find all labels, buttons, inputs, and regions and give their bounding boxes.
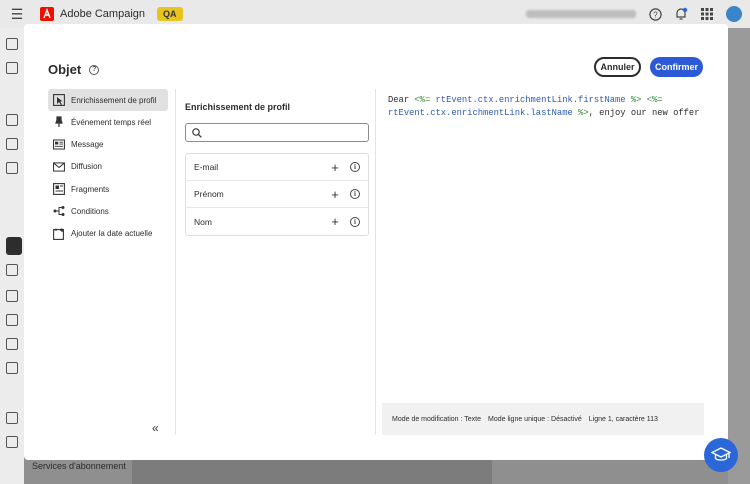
people-icon[interactable] bbox=[6, 412, 18, 424]
apps-grid-icon[interactable] bbox=[700, 7, 714, 21]
field-label: Prénom bbox=[194, 189, 224, 199]
campaign-icon[interactable] bbox=[6, 114, 18, 126]
learn-button[interactable] bbox=[704, 438, 738, 472]
info-icon[interactable]: i bbox=[350, 216, 360, 227]
expression-editor[interactable]: Dear <%= rtEvent.ctx.enrichmentLink.firs… bbox=[382, 89, 704, 435]
nav-item-label: Fragments bbox=[71, 184, 110, 194]
status-cursor-position: Ligne 1, caractère 113 bbox=[588, 415, 658, 423]
nav-item-label: Événement temps réel bbox=[71, 117, 152, 127]
org-switcher[interactable] bbox=[526, 10, 636, 18]
code-tag: <%= bbox=[641, 95, 663, 105]
nav-item-fragments[interactable]: Fragments bbox=[48, 178, 168, 200]
search-icon bbox=[192, 127, 202, 138]
nav-item-label: Enrichissement de profil bbox=[71, 95, 157, 105]
code-tag: %> bbox=[578, 108, 589, 118]
subscription-icon[interactable] bbox=[6, 436, 18, 448]
fragment-icon bbox=[53, 183, 65, 196]
env-badge: QA bbox=[157, 7, 183, 21]
dialog-title: Objet bbox=[48, 62, 82, 77]
info-icon[interactable]: i bbox=[350, 189, 360, 199]
info-icon[interactable]: i bbox=[350, 162, 360, 172]
field-list: E-mail + i Prénom + i Nom + i bbox=[185, 153, 369, 236]
avatar[interactable] bbox=[726, 6, 742, 22]
list-item[interactable]: Nom + i bbox=[186, 208, 368, 235]
code-content[interactable]: Dear <%= rtEvent.ctx.enrichmentLink.firs… bbox=[388, 94, 700, 120]
calendar-icon bbox=[53, 228, 65, 240]
code-variable: rtEvent.ctx.enrichmentLink.lastName bbox=[388, 108, 579, 118]
app-name[interactable]: Adobe Campaign bbox=[60, 8, 145, 20]
code-tag: <%= bbox=[414, 95, 431, 105]
list-item[interactable]: E-mail + i bbox=[186, 154, 368, 181]
add-icon[interactable]: + bbox=[329, 160, 341, 175]
pin-icon bbox=[53, 116, 65, 128]
field-label: Nom bbox=[194, 216, 212, 227]
panel-title: Enrichissement de profil bbox=[185, 102, 291, 112]
nav-item-label: Ajouter la date actuelle bbox=[71, 229, 153, 239]
nav-item-message[interactable]: Message bbox=[48, 134, 168, 156]
nav-item-conditions[interactable]: Conditions bbox=[48, 200, 168, 222]
templates-icon[interactable] bbox=[6, 314, 18, 326]
cancel-button[interactable]: Annuler bbox=[594, 57, 641, 77]
list-item[interactable]: Prénom + i bbox=[186, 181, 368, 208]
code-variable: rtEvent.ctx.enrichmentLink.firstName bbox=[430, 95, 631, 105]
bottom-nav-label[interactable]: Services d'abonnement bbox=[32, 461, 126, 471]
status-mode: Mode de modification : Texte bbox=[392, 415, 481, 423]
code-text: Dear bbox=[388, 95, 415, 105]
field-label: E-mail bbox=[194, 162, 219, 172]
nav-item-label: Message bbox=[71, 140, 104, 150]
branch-icon bbox=[53, 205, 65, 217]
field-panel: Enrichissement de profil E-mail + i Prén… bbox=[185, 102, 369, 236]
nav-item-profile-enrichment[interactable]: Enrichissement de profil bbox=[48, 89, 168, 111]
add-icon[interactable]: + bbox=[329, 214, 341, 229]
journey-icon[interactable] bbox=[6, 162, 18, 174]
personalization-dialog: Objet ? Annuler Confirmer Enrichissement… bbox=[24, 24, 728, 460]
nav-item-label: Diffusion bbox=[71, 162, 102, 172]
background-strip bbox=[728, 28, 750, 484]
send-icon[interactable] bbox=[6, 138, 18, 150]
reports-icon[interactable] bbox=[6, 338, 18, 350]
divider bbox=[175, 89, 176, 435]
search-field[interactable] bbox=[185, 123, 369, 142]
divider bbox=[375, 89, 376, 435]
help-icon[interactable]: ? bbox=[89, 64, 100, 75]
collapse-panel-icon[interactable]: « bbox=[152, 421, 159, 435]
graduation-cap-icon bbox=[711, 447, 731, 461]
content-icon[interactable] bbox=[6, 237, 22, 255]
status-single-line: Mode ligne unique : Désactivé bbox=[487, 415, 582, 423]
offer-icon[interactable] bbox=[6, 264, 18, 276]
home-icon[interactable] bbox=[6, 38, 18, 50]
editor-status-bar: Mode de modification : Texte Mode ligne … bbox=[382, 403, 704, 435]
search-icon[interactable] bbox=[6, 62, 18, 74]
category-nav: Enrichissement de profil Événement temps… bbox=[48, 89, 168, 245]
add-icon[interactable]: + bbox=[329, 187, 341, 202]
help-icon[interactable]: ? bbox=[648, 7, 662, 21]
mail-icon bbox=[53, 161, 65, 173]
menu-icon[interactable]: ☰ bbox=[0, 6, 34, 23]
background-panel bbox=[132, 456, 492, 484]
code-tag: %> bbox=[630, 95, 642, 105]
profiles-icon[interactable] bbox=[6, 362, 18, 374]
nav-item-current-date[interactable]: Ajouter la date actuelle bbox=[48, 223, 168, 245]
svg-text:?: ? bbox=[653, 10, 658, 19]
nav-item-delivery[interactable]: Diffusion bbox=[48, 156, 168, 178]
adobe-logo-icon bbox=[40, 7, 54, 21]
code-text: , enjoy our new offer bbox=[588, 108, 700, 118]
search-input[interactable] bbox=[206, 127, 356, 138]
message-icon bbox=[53, 139, 65, 151]
notification-bell-icon[interactable] bbox=[674, 7, 688, 21]
left-rail bbox=[0, 28, 24, 484]
nav-item-label: Conditions bbox=[71, 206, 109, 216]
audience-icon[interactable] bbox=[6, 290, 18, 302]
nav-item-realtime-event[interactable]: Événement temps réel bbox=[48, 111, 168, 133]
confirm-button[interactable]: Confirmer bbox=[650, 57, 703, 77]
cursor-icon bbox=[53, 94, 65, 106]
